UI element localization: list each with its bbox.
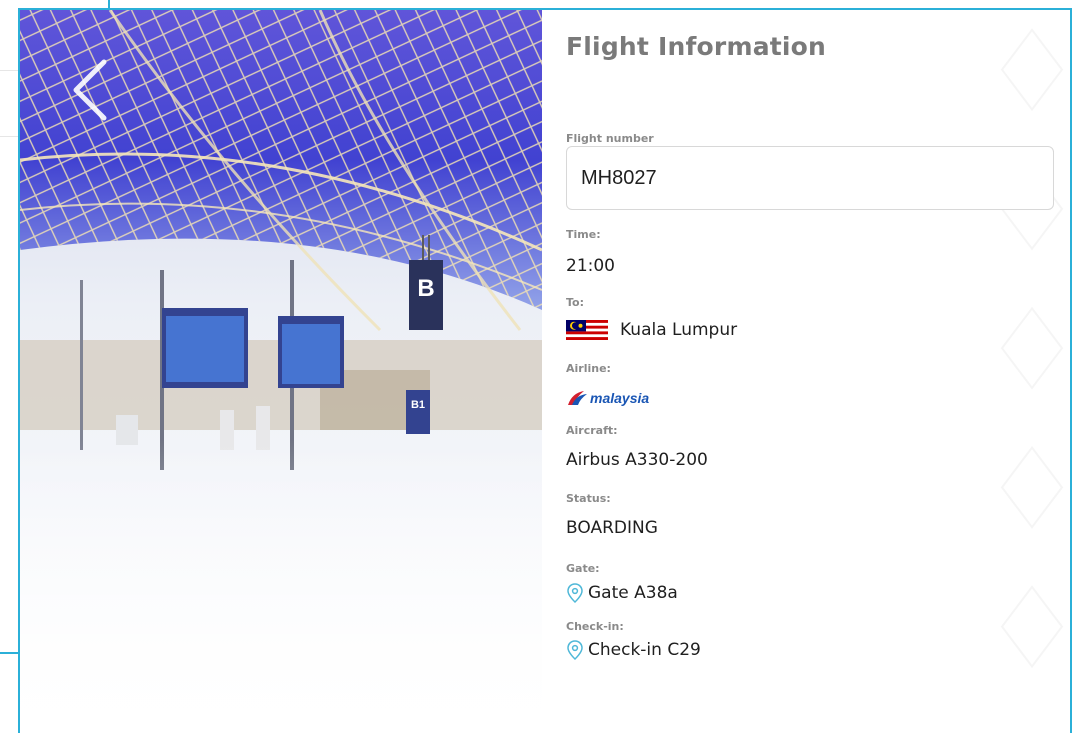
flight-number-label: Flight number	[566, 132, 654, 145]
location-pin-icon	[567, 583, 583, 603]
back-button[interactable]	[68, 54, 118, 124]
destination-row: Kuala Lumpur	[566, 320, 737, 340]
checkin-label: Check-in:	[566, 620, 624, 633]
malaysia-airlines-logo-icon	[568, 391, 587, 405]
decorative-pattern	[1000, 28, 1064, 669]
airline-label: Airline:	[566, 362, 611, 375]
checkin-value: Check-in C29	[588, 640, 701, 660]
aircraft-label: Aircraft:	[566, 424, 618, 437]
checkin-row: Check-in C29	[566, 640, 701, 660]
status-label: Status:	[566, 492, 611, 505]
gate-row: Gate A38a	[566, 583, 678, 603]
aircraft-value: Airbus A330-200	[566, 450, 708, 470]
flight-number-input[interactable]	[566, 146, 1054, 210]
page-title: Flight Information	[566, 32, 827, 61]
status-value: BOARDING	[566, 518, 658, 538]
flight-info-modal: B B1 Flight Information Flight number MH…	[18, 8, 1072, 733]
flight-details-panel: Flight Information Flight number Time: 2…	[542, 10, 1070, 733]
airline-logo-text: malaysia	[590, 390, 650, 406]
destination-label: To:	[566, 296, 584, 309]
time-label: Time:	[566, 228, 601, 241]
time-value: 21:00	[566, 256, 615, 276]
airline-logo: malaysia	[566, 388, 649, 408]
chevron-left-icon	[73, 59, 107, 121]
gate-label: Gate:	[566, 562, 600, 575]
terminal-photo: B B1	[20, 10, 542, 733]
malaysia-flag-icon	[566, 320, 608, 340]
gate-value: Gate A38a	[588, 583, 678, 603]
destination-value: Kuala Lumpur	[620, 320, 738, 340]
location-pin-icon	[567, 640, 583, 660]
